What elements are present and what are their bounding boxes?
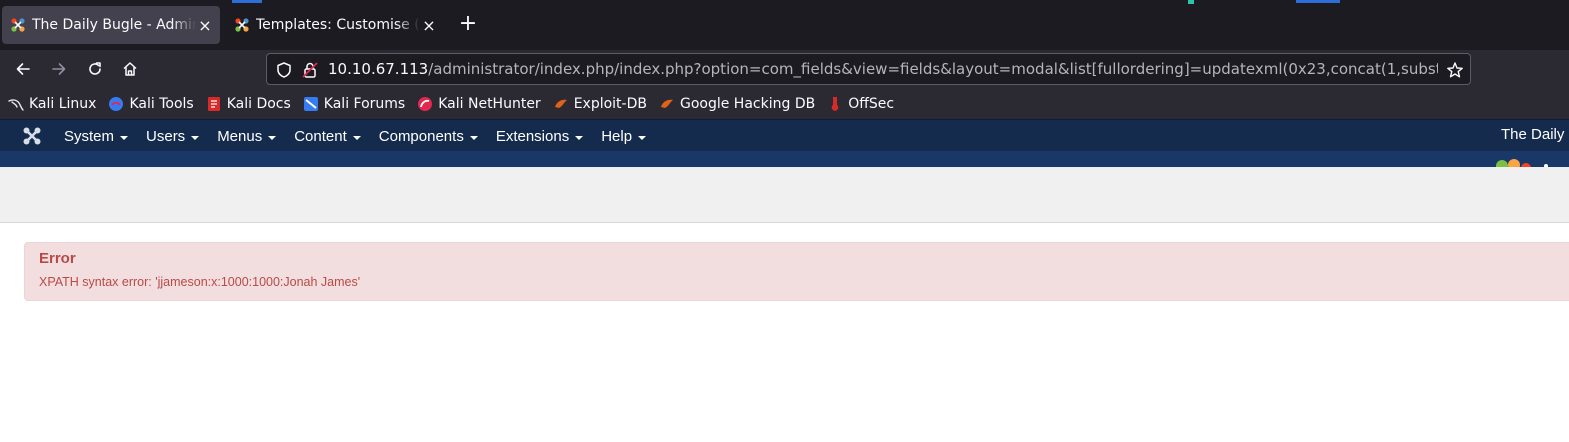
tab-templates[interactable]: Templates: Customise (Beez3) × xyxy=(226,6,444,44)
alert-heading: Error xyxy=(39,250,76,267)
menu-help[interactable]: Help xyxy=(592,128,655,145)
bookmark-label: Kali NetHunter xyxy=(438,95,541,112)
menu-label: Content xyxy=(294,127,347,145)
insecure-lock-icon[interactable] xyxy=(301,61,319,79)
joomla-admin-navbar: System Users Menus Content Components Ex… xyxy=(0,119,1569,151)
new-tab-button[interactable]: + xyxy=(455,12,481,38)
tab-strip-edge xyxy=(232,0,262,3)
bookmark-kali-docs[interactable]: Kali Docs xyxy=(206,96,291,112)
bookmark-star-icon[interactable] xyxy=(1446,61,1464,79)
menu-content[interactable]: Content xyxy=(285,128,370,145)
tab-strip-edge xyxy=(1188,0,1194,4)
ghdb-icon xyxy=(660,99,673,108)
caret-down-icon xyxy=(575,135,584,140)
menu-menus[interactable]: Menus xyxy=(208,128,285,145)
bookmark-label: Kali Docs xyxy=(226,95,291,112)
bookmark-kali-nethunter[interactable]: Kali NetHunter xyxy=(417,95,541,112)
browser-navigation-bar: 10.10.67.113/administrator/index.php/ind… xyxy=(0,50,1569,88)
url-host: 10.10.67.113 xyxy=(328,60,429,78)
menu-users[interactable]: Users xyxy=(137,128,208,145)
joomla-favicon-icon xyxy=(235,18,249,32)
arrow-left-icon xyxy=(16,63,30,75)
menu-label: System xyxy=(64,127,115,145)
caret-down-icon xyxy=(469,135,478,140)
joomla-favicon-icon xyxy=(11,18,25,32)
home-button[interactable] xyxy=(117,56,143,82)
menu-components[interactable]: Components xyxy=(370,128,487,145)
reload-button[interactable] xyxy=(82,56,108,82)
bookmark-exploit-db[interactable]: Exploit-DB xyxy=(553,96,647,112)
menu-label: Extensions xyxy=(495,127,570,145)
url-text[interactable]: 10.10.67.113/administrator/index.php/ind… xyxy=(328,60,1438,78)
bookmark-label: Kali Linux xyxy=(29,95,97,112)
bookmark-label: Google Hacking DB xyxy=(679,95,816,112)
menu-label: Users xyxy=(146,127,186,145)
reload-icon xyxy=(89,62,101,75)
caret-down-icon xyxy=(191,135,200,140)
kali-docs-icon xyxy=(207,96,220,111)
menu-label: Components xyxy=(378,127,464,145)
shield-icon[interactable] xyxy=(275,61,293,79)
site-name-link[interactable]: The Daily Bugle xyxy=(1501,126,1569,143)
bookmarks-toolbar: Kali Linux Kali Tools Kali Docs Kali For… xyxy=(0,88,1569,119)
bookmark-label: Kali Tools xyxy=(129,95,194,112)
caret-down-icon xyxy=(638,135,647,140)
bookmark-kali-tools[interactable]: Kali Tools xyxy=(108,95,194,112)
caret-down-icon xyxy=(268,135,277,140)
home-icon xyxy=(123,62,137,76)
bookmark-label: Exploit-DB xyxy=(573,95,647,112)
kali-tools-icon xyxy=(109,96,124,111)
forward-button[interactable] xyxy=(46,56,72,82)
url-path: /administrator/index.php/index.php?optio… xyxy=(428,60,1438,78)
tab-title: The Daily Bugle - Administration xyxy=(32,17,196,33)
tab-administration[interactable]: The Daily Bugle - Administration × xyxy=(2,6,220,44)
close-tab-icon[interactable]: × xyxy=(196,16,214,35)
kali-forums-icon xyxy=(303,96,318,111)
address-bar[interactable]: 10.10.67.113/administrator/index.php/ind… xyxy=(266,53,1471,85)
menu-label: Menus xyxy=(217,127,263,145)
offsec-icon xyxy=(831,96,839,111)
bookmark-label: OffSec xyxy=(848,95,895,112)
bookmark-kali-linux[interactable]: Kali Linux xyxy=(8,96,96,112)
joomla-brand-logo-icon xyxy=(1496,159,1548,167)
browser-tab-strip: The Daily Bugle - Administration × Templ… xyxy=(0,0,1569,50)
kali-dragon-icon xyxy=(8,98,24,111)
menu-system[interactable]: System xyxy=(55,128,137,145)
bookmark-google-hacking-db[interactable]: Google Hacking DB xyxy=(659,96,815,112)
joomla-header-bar xyxy=(0,151,1569,167)
caret-down-icon xyxy=(120,135,129,140)
close-tab-icon[interactable]: × xyxy=(420,16,438,35)
exploit-db-icon xyxy=(554,99,567,108)
arrow-right-icon xyxy=(52,63,66,75)
bookmark-label: Kali Forums xyxy=(323,95,406,112)
joomla-main-menu: System Users Menus Content Components Ex… xyxy=(55,120,655,152)
bookmark-offsec[interactable]: OffSec xyxy=(827,96,894,112)
joomla-subhead-toolbar xyxy=(0,167,1569,223)
nethunter-icon xyxy=(418,96,433,111)
menu-label: Help xyxy=(601,127,633,145)
tab-title: Templates: Customise (Beez3) xyxy=(256,17,420,33)
back-button[interactable] xyxy=(10,56,36,82)
caret-down-icon xyxy=(352,135,361,140)
alert-message: XPATH syntax error: 'jjameson:x:1000:100… xyxy=(39,275,361,289)
tab-strip-edge xyxy=(1296,0,1340,3)
error-alert: Error XPATH syntax error: 'jjameson:x:10… xyxy=(24,242,1569,301)
menu-extensions[interactable]: Extensions xyxy=(487,128,592,145)
bookmark-kali-forums[interactable]: Kali Forums xyxy=(303,96,405,112)
joomla-logo-icon[interactable] xyxy=(22,126,42,146)
